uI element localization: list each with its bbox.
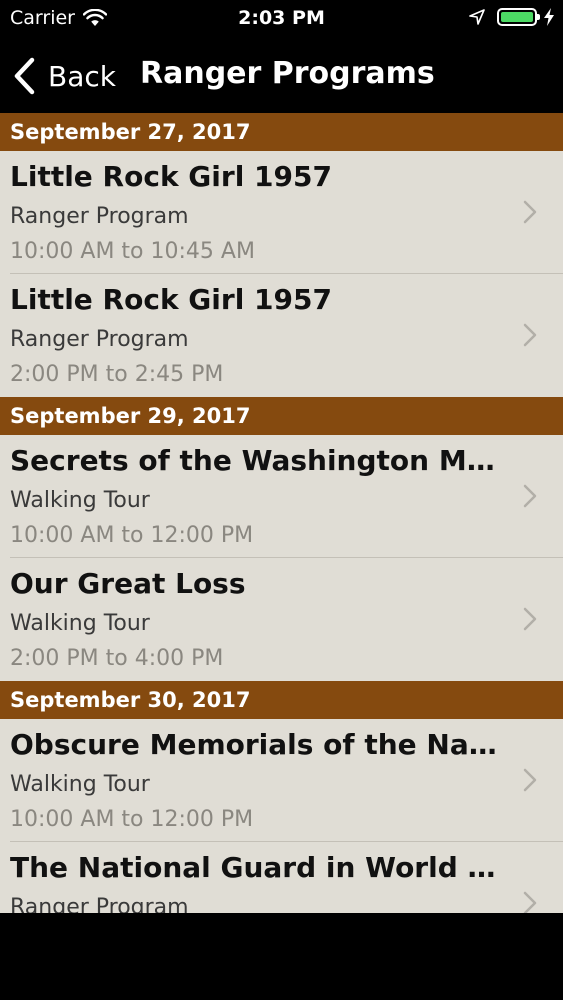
program-type: Walking Tour xyxy=(10,488,150,513)
program-row[interactable]: Secrets of the Washington Monument Walki… xyxy=(0,435,563,558)
program-title: Secrets of the Washington Monument xyxy=(10,444,500,477)
program-title: The National Guard in World War I xyxy=(10,851,500,884)
section-header-date: September 27, 2017 xyxy=(0,113,563,151)
section-header-date: September 29, 2017 xyxy=(0,397,563,435)
program-row[interactable]: Our Great Loss Walking Tour 2:00 PM to 4… xyxy=(0,558,563,681)
charging-bolt-icon xyxy=(544,8,554,26)
chevron-right-icon xyxy=(523,323,537,347)
back-button[interactable]: Back xyxy=(12,54,116,98)
program-type: Ranger Program xyxy=(10,327,189,352)
bottom-area xyxy=(0,913,563,1000)
program-time: 10:00 AM to 10:45 AM xyxy=(10,239,255,264)
program-type: Ranger Program xyxy=(10,204,189,229)
program-type: Ranger Program xyxy=(10,895,189,913)
section-header-date: September 30, 2017 xyxy=(0,681,563,719)
program-title: Little Rock Girl 1957 xyxy=(10,160,332,193)
chevron-right-icon xyxy=(523,607,537,631)
program-time: 2:00 PM to 2:45 PM xyxy=(10,362,224,387)
battery-icon xyxy=(497,8,540,26)
program-row[interactable]: Little Rock Girl 1957 Ranger Program 2:0… xyxy=(0,274,563,397)
program-title: Our Great Loss xyxy=(10,567,246,600)
program-type: Walking Tour xyxy=(10,772,150,797)
back-chevron-icon xyxy=(14,57,35,95)
screen: Carrier 2:03 PM Back Ranger Programs Sep… xyxy=(0,0,563,1000)
program-list[interactable]: September 27, 2017 Little Rock Girl 1957… xyxy=(0,113,563,913)
program-time: 10:00 AM to 12:00 PM xyxy=(10,807,254,832)
program-row[interactable]: The National Guard in World War I Ranger… xyxy=(0,842,563,913)
battery-level-fill xyxy=(501,12,533,22)
navigation-bar: Back Ranger Programs xyxy=(0,40,563,113)
location-arrow-icon xyxy=(469,9,485,25)
program-time: 2:00 PM to 4:00 PM xyxy=(10,646,224,671)
chevron-right-icon xyxy=(523,200,537,224)
program-type: Walking Tour xyxy=(10,611,150,636)
status-bar: Carrier 2:03 PM xyxy=(0,0,563,40)
program-row[interactable]: Obscure Memorials of the National Mall W… xyxy=(0,719,563,842)
status-indicators xyxy=(469,8,555,26)
program-title: Little Rock Girl 1957 xyxy=(10,283,332,316)
chevron-right-icon xyxy=(523,768,537,792)
program-row[interactable]: Little Rock Girl 1957 Ranger Program 10:… xyxy=(0,151,563,274)
program-time: 10:00 AM to 12:00 PM xyxy=(10,523,254,548)
chevron-right-icon xyxy=(523,484,537,508)
page-title: Ranger Programs xyxy=(140,56,435,91)
battery-cap xyxy=(537,14,540,20)
program-title: Obscure Memorials of the National Mall xyxy=(10,728,500,761)
chevron-right-icon xyxy=(523,891,537,913)
back-label: Back xyxy=(48,59,116,93)
